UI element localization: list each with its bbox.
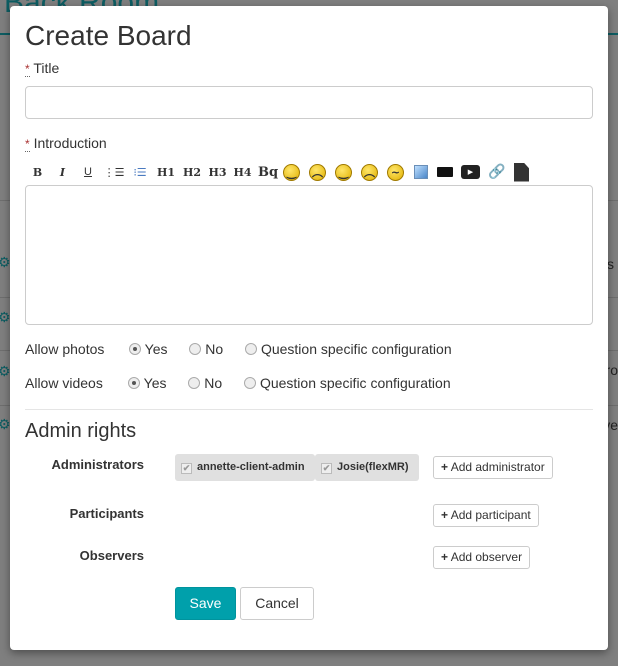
youtube-icon[interactable]: ▶ bbox=[461, 165, 480, 179]
button-label: Add administrator bbox=[450, 460, 545, 474]
gear-icon[interactable]: ⚙ bbox=[0, 363, 11, 380]
administrator-name: Josie(flexMR) bbox=[337, 461, 409, 473]
underline-button[interactable]: U bbox=[75, 166, 101, 178]
sad-emoji-icon[interactable]: ︵ bbox=[309, 163, 326, 181]
confused-emoji-icon[interactable]: ~ bbox=[387, 163, 404, 181]
required-marker: * bbox=[25, 137, 30, 152]
button-label: Add participant bbox=[450, 508, 531, 522]
radio-label: Yes bbox=[143, 375, 167, 391]
videos-question-specific-radio[interactable] bbox=[244, 377, 257, 389]
add-administrator-button[interactable]: + Add administrator bbox=[433, 456, 553, 479]
administrator-chip[interactable]: ✔ annette-client-admin bbox=[175, 454, 315, 481]
introduction-label: * Introduction bbox=[25, 135, 107, 152]
plus-icon: + bbox=[441, 550, 449, 564]
title-label-text: Title bbox=[33, 60, 60, 76]
photos-no-radio[interactable] bbox=[189, 343, 202, 355]
introduction-label-text: Introduction bbox=[33, 135, 107, 151]
administrators-label: Administrators bbox=[51, 457, 144, 472]
save-button[interactable]: Save bbox=[175, 587, 236, 620]
required-marker: * bbox=[25, 62, 30, 77]
gear-icon[interactable]: ⚙ bbox=[0, 309, 11, 326]
smile-emoji-icon[interactable]: ‿ bbox=[283, 163, 300, 181]
angry-emoji-icon[interactable]: ︵ bbox=[361, 163, 378, 181]
link-icon[interactable]: 🔗 bbox=[488, 164, 506, 180]
add-participant-button[interactable]: + Add participant bbox=[433, 504, 539, 527]
blockquote-button[interactable]: Bq bbox=[255, 165, 281, 180]
bold-button[interactable]: B bbox=[25, 166, 50, 179]
observers-label: Observers bbox=[79, 548, 144, 563]
administrator-name: annette-client-admin bbox=[197, 461, 305, 473]
radio-label: No bbox=[205, 341, 224, 357]
h4-button[interactable]: H4 bbox=[230, 166, 255, 179]
h3-button[interactable]: H3 bbox=[205, 166, 230, 179]
participants-label: Participants bbox=[69, 506, 144, 521]
cancel-button[interactable]: Cancel bbox=[240, 587, 314, 620]
file-icon[interactable] bbox=[514, 162, 529, 182]
gear-icon[interactable]: ⚙ bbox=[0, 416, 11, 433]
allow-videos-label: Allow videos bbox=[25, 375, 103, 391]
modal-title: Create Board bbox=[25, 20, 192, 51]
plus-icon: + bbox=[441, 460, 449, 474]
checkbox-icon[interactable]: ✔ bbox=[181, 463, 192, 474]
photos-question-specific-radio[interactable] bbox=[245, 343, 258, 355]
background-text: s bbox=[607, 256, 614, 272]
wink-emoji-icon[interactable]: ‿ bbox=[335, 163, 352, 181]
radio-label: No bbox=[204, 375, 223, 391]
gear-icon[interactable]: ⚙ bbox=[0, 254, 11, 271]
ordered-list-icon[interactable]: ⋮☰ bbox=[101, 166, 127, 179]
allow-photos-label: Allow photos bbox=[25, 341, 105, 357]
editor-toolbar: B I U ⋮☰ ⁝☰ H1 H2 H3 H4 Bq ‿ ︵ ‿ ︵ ~ ▶ 🔗 bbox=[25, 162, 529, 182]
button-label: Add observer bbox=[450, 550, 523, 564]
add-observer-button[interactable]: + Add observer bbox=[433, 546, 531, 569]
video-camera-icon[interactable] bbox=[437, 167, 453, 177]
photos-yes-radio[interactable] bbox=[129, 343, 141, 355]
image-icon[interactable] bbox=[414, 165, 428, 179]
radio-label: Yes bbox=[144, 341, 168, 357]
title-label: * Title bbox=[25, 60, 60, 77]
videos-yes-radio[interactable] bbox=[128, 377, 140, 389]
plus-icon: + bbox=[441, 508, 449, 522]
allow-photos-row: Allow photos Yes No Question specific co… bbox=[25, 341, 452, 357]
h2-button[interactable]: H2 bbox=[179, 166, 205, 179]
checkbox-icon[interactable]: ✔ bbox=[321, 463, 332, 474]
introduction-editor[interactable] bbox=[25, 185, 593, 325]
videos-no-radio[interactable] bbox=[188, 377, 201, 389]
title-input[interactable] bbox=[25, 86, 593, 119]
allow-videos-row: Allow videos Yes No Question specific co… bbox=[25, 375, 451, 391]
divider bbox=[25, 409, 593, 410]
h1-button[interactable]: H1 bbox=[153, 166, 179, 179]
administrator-chip[interactable]: ✔ Josie(flexMR) bbox=[315, 454, 419, 481]
radio-label: Question specific configuration bbox=[260, 341, 452, 357]
create-board-modal: Create Board * Title * Introduction B I … bbox=[10, 6, 608, 650]
unordered-list-icon[interactable]: ⁝☰ bbox=[127, 166, 153, 179]
radio-label: Question specific configuration bbox=[259, 375, 451, 391]
admin-rights-heading: Admin rights bbox=[25, 420, 137, 442]
italic-button[interactable]: I bbox=[50, 166, 75, 179]
